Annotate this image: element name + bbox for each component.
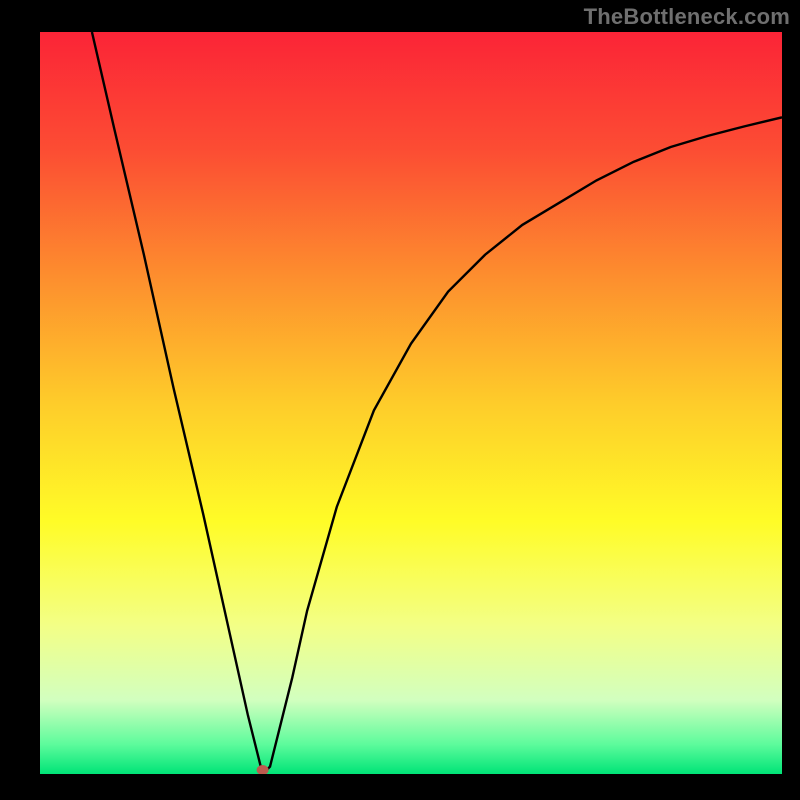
plot-background	[40, 32, 782, 774]
attribution-label: TheBottleneck.com	[584, 4, 790, 30]
chart-frame: TheBottleneck.com	[0, 0, 800, 800]
bottleneck-chart	[40, 32, 782, 774]
